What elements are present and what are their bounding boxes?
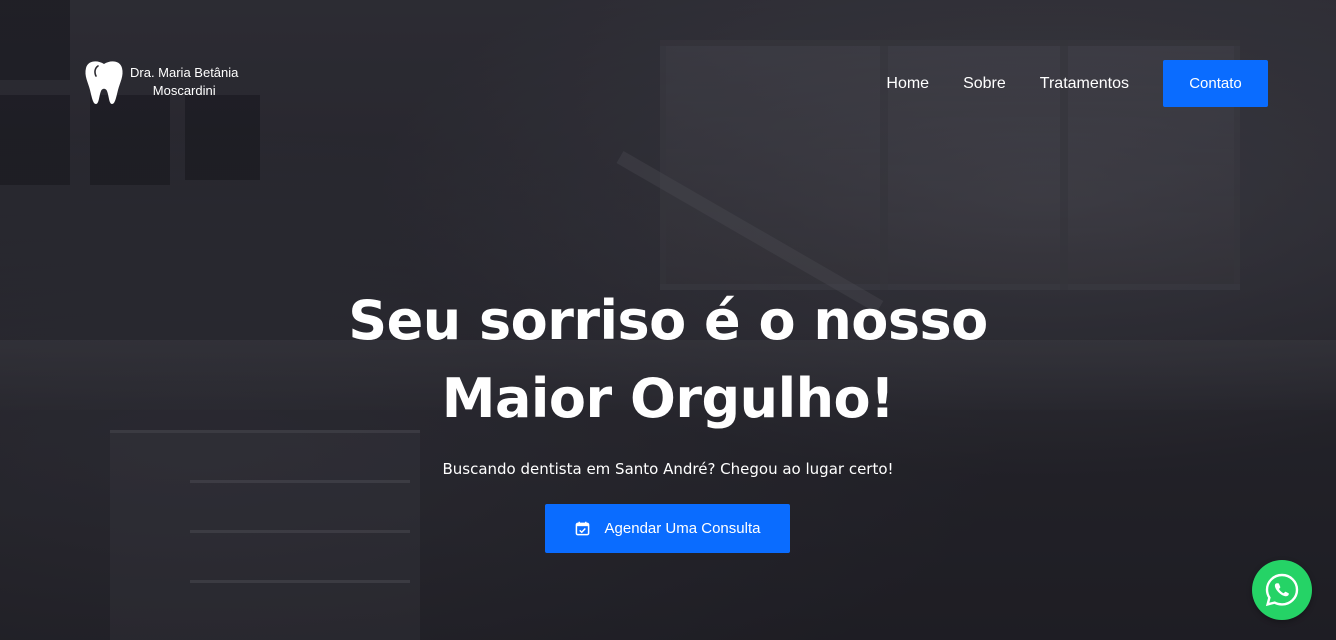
site-logo[interactable]: Dra. Maria Betânia Moscardini: [84, 58, 238, 106]
schedule-appointment-button[interactable]: Agendar Uma Consulta: [545, 504, 790, 553]
schedule-appointment-label: Agendar Uma Consulta: [604, 520, 761, 537]
hero-title-line2: Maior Orgulho!: [441, 367, 895, 430]
site-header: Dra. Maria Betânia Moscardini Home Sobre…: [0, 0, 1336, 165]
nav-link-tratamentos[interactable]: Tratamentos: [1040, 61, 1129, 107]
hero-title-line1: Seu sorriso é o nosso: [348, 289, 988, 352]
tooth-icon: [85, 61, 123, 104]
hero-content: Seu sorriso é o nosso Maior Orgulho! Bus…: [0, 282, 1336, 478]
hero-subtitle: Buscando dentista em Santo André? Chegou…: [442, 460, 894, 478]
calendar-check-icon: [575, 521, 589, 536]
brand-name: Dra. Maria Betânia Moscardini: [130, 64, 238, 100]
brand-name-line1: Dra. Maria Betânia: [130, 65, 239, 80]
whatsapp-icon: [1265, 573, 1299, 607]
nav-link-sobre[interactable]: Sobre: [963, 61, 1006, 107]
brand-name-line2: Moscardini: [152, 83, 216, 98]
hero-section: Dra. Maria Betânia Moscardini Home Sobre…: [0, 0, 1336, 640]
hero-title: Seu sorriso é o nosso Maior Orgulho!: [0, 282, 1336, 438]
whatsapp-button[interactable]: [1252, 560, 1312, 620]
nav-link-home[interactable]: Home: [886, 61, 929, 107]
main-nav: Home Sobre Tratamentos Contato: [886, 60, 1268, 107]
contact-button[interactable]: Contato: [1163, 60, 1268, 107]
